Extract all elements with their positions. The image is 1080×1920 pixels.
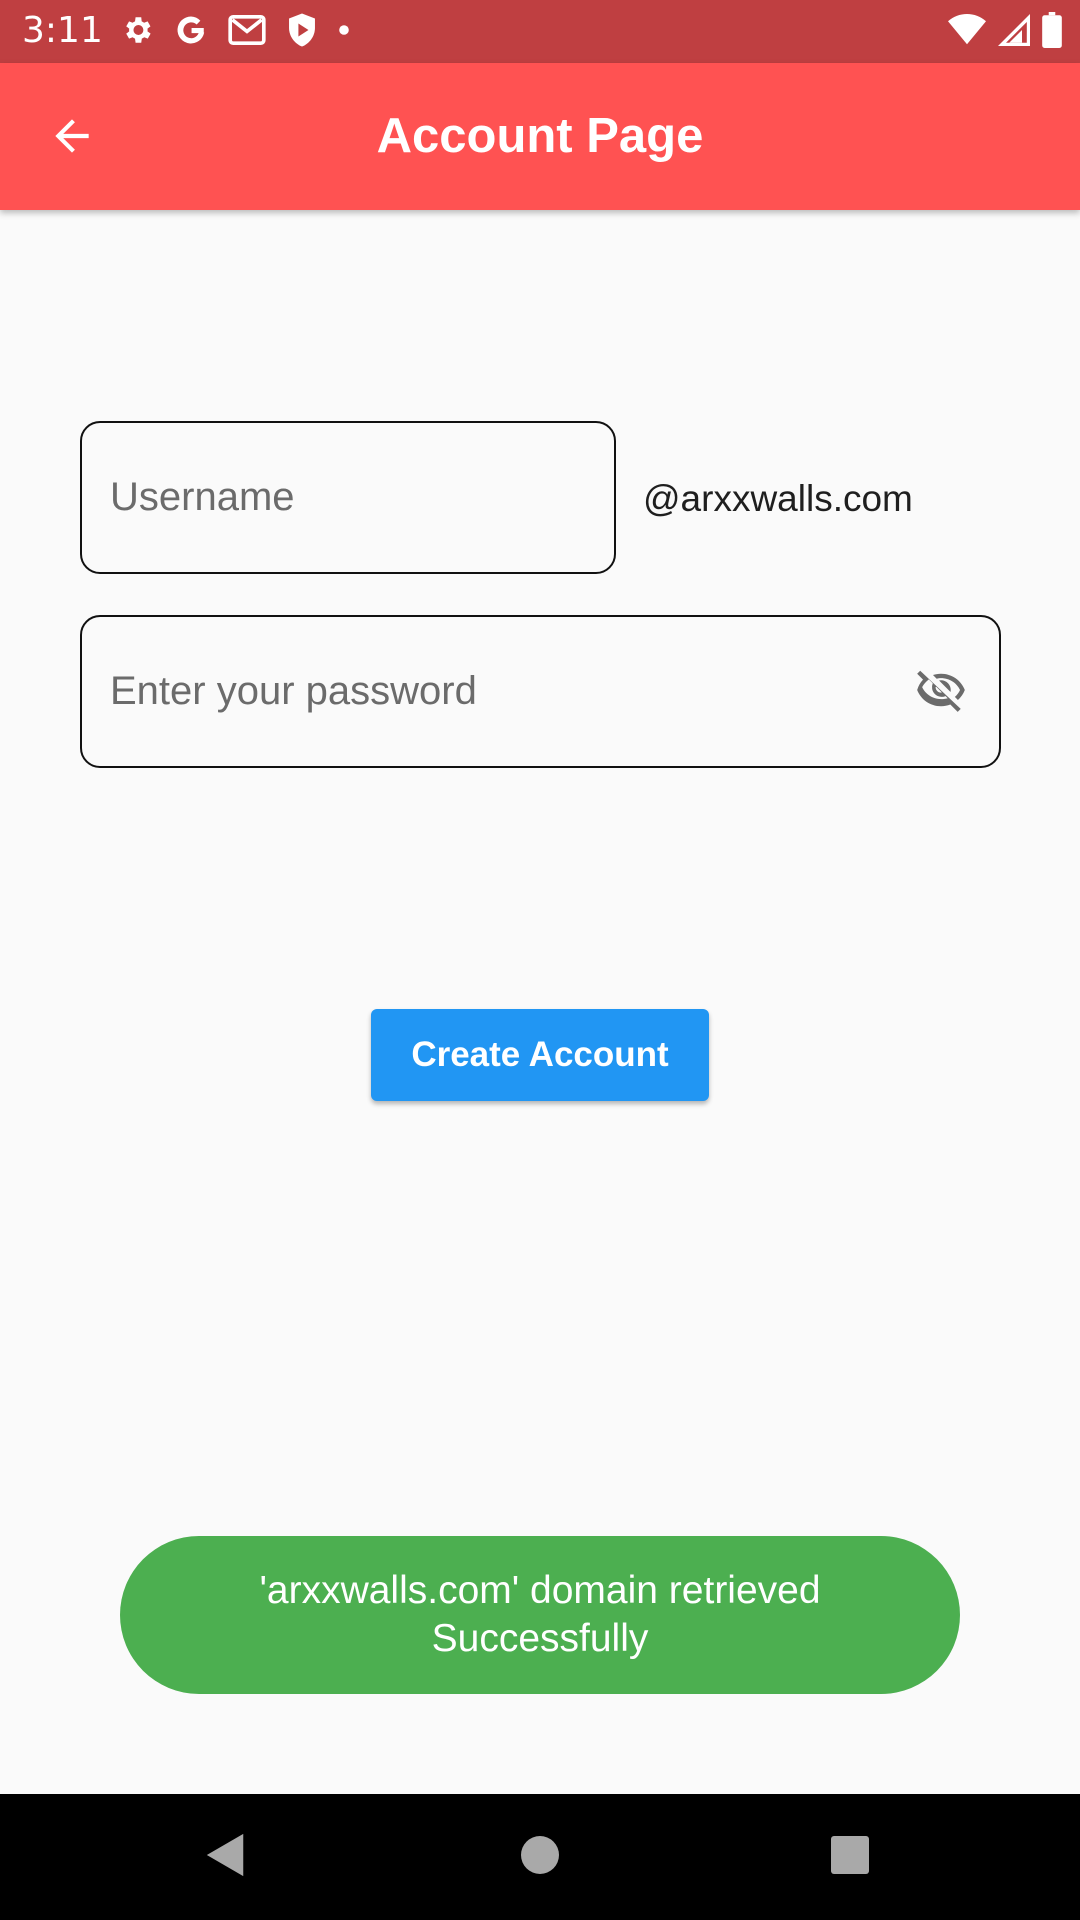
- create-account-button[interactable]: Create Account: [371, 1009, 709, 1101]
- settings-icon: [120, 13, 154, 52]
- nav-home-button[interactable]: [505, 1822, 575, 1892]
- dot-icon: [338, 23, 350, 41]
- back-triangle-icon: [204, 1832, 248, 1883]
- visibility-off-icon: [912, 664, 970, 721]
- navigation-bar: [0, 1794, 1080, 1920]
- password-visibility-toggle[interactable]: [911, 665, 971, 719]
- status-icons-right: [936, 11, 1062, 53]
- page-title: Account Page: [376, 109, 704, 163]
- nav-back-button[interactable]: [191, 1822, 261, 1892]
- nav-recents-button[interactable]: [815, 1822, 885, 1892]
- wifi-icon: [948, 13, 986, 51]
- battery-icon: [1042, 11, 1062, 53]
- recents-square-icon: [830, 1835, 870, 1880]
- status-time: 3:11: [22, 10, 103, 51]
- username-field[interactable]: [80, 421, 616, 574]
- home-circle-icon: [520, 1835, 560, 1880]
- signal-icon: [998, 13, 1030, 51]
- google-icon: [174, 13, 208, 52]
- shield-play-icon: [286, 12, 318, 53]
- status-bar: 3:11: [0, 0, 1080, 63]
- toast-line-2: Successfully: [431, 1617, 649, 1660]
- toast-message: 'arxxwalls.com' domain retrieved Success…: [120, 1536, 960, 1694]
- toast-line-1: 'arxxwalls.com' domain retrieved: [259, 1569, 821, 1612]
- password-field[interactable]: [80, 615, 1001, 768]
- password-input[interactable]: [110, 665, 890, 717]
- domain-suffix: @arxxwalls.com: [643, 478, 913, 519]
- arrow-back-icon: [47, 111, 97, 166]
- status-icons-left: [120, 12, 370, 53]
- app-bar: Account Page: [0, 63, 1080, 210]
- gmail-icon: [228, 13, 266, 52]
- back-button[interactable]: [35, 101, 109, 175]
- username-input[interactable]: [110, 471, 590, 523]
